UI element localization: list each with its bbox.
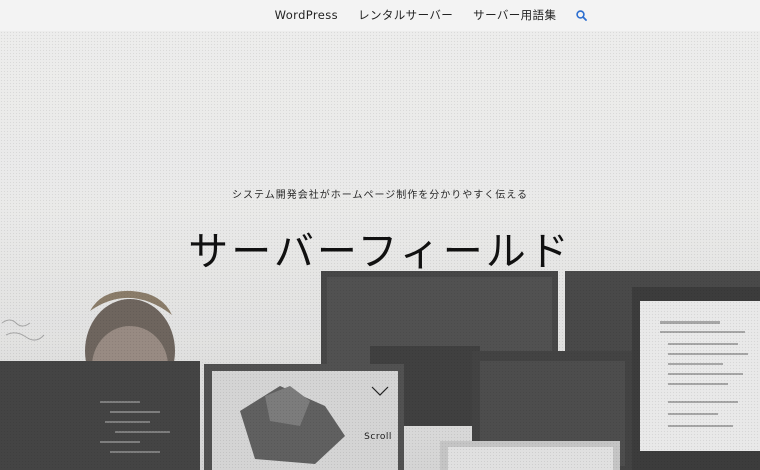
hero-section: システム開発会社がホームページ制作を分かりやすく伝える サーバーフィールド Sc… xyxy=(0,31,760,470)
site-title[interactable]: サーバーフィールド xyxy=(0,219,760,277)
nav-item-server-glossary[interactable]: サーバー用語集 xyxy=(463,0,566,31)
chevron-down-icon xyxy=(371,386,389,396)
scroll-indicator[interactable]: Scroll xyxy=(352,386,408,442)
nav-item-wordpress[interactable]: WordPress xyxy=(265,0,348,31)
search-button[interactable] xyxy=(566,10,591,21)
main-nav: WordPress レンタルサーバー サーバー用語集 xyxy=(265,0,592,31)
site-header: WordPress レンタルサーバー サーバー用語集 xyxy=(0,0,760,31)
scroll-label: Scroll xyxy=(364,432,392,442)
search-icon xyxy=(576,10,588,21)
hero-tagline: システム開発会社がホームページ制作を分かりやすく伝える xyxy=(232,190,528,201)
nav-item-rental-server[interactable]: レンタルサーバー xyxy=(348,0,463,31)
